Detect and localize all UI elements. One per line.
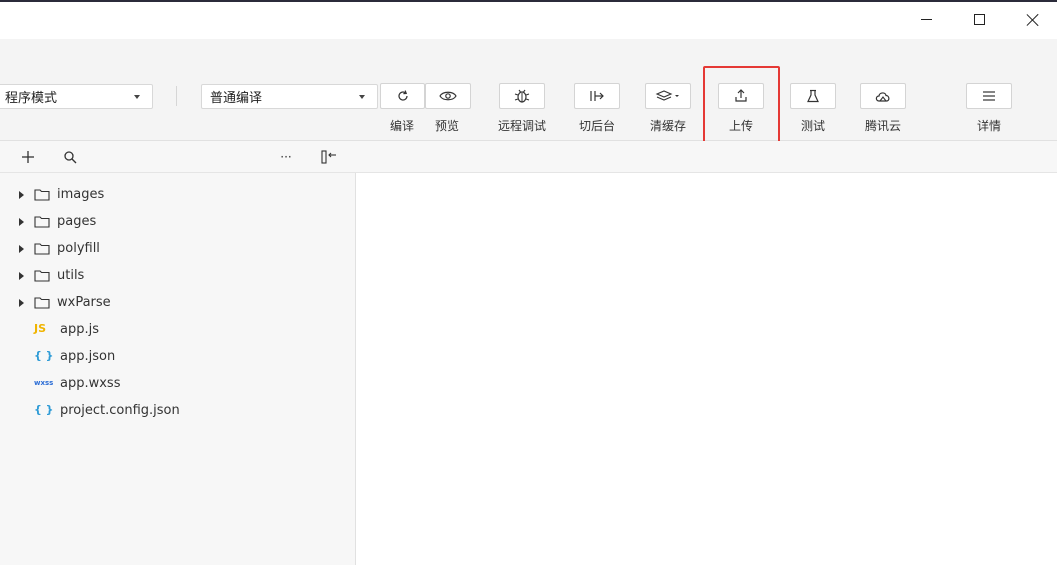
folder-item-polyfill[interactable]: polyfill <box>0 238 356 260</box>
file-item-app-wxss[interactable]: wxss app.wxss <box>0 373 356 395</box>
expand-arrow-icon[interactable] <box>19 218 24 226</box>
folder-icon <box>34 216 50 228</box>
menu-icon <box>983 91 995 101</box>
folder-name: utils <box>57 268 85 283</box>
folder-icon <box>34 270 50 282</box>
details-button[interactable] <box>966 83 1012 109</box>
maximize-icon <box>973 14 985 25</box>
file-explorer-panel: ··· images pages polyfill utils wxParse … <box>0 141 356 565</box>
compile-label: 编译 <box>389 119 414 133</box>
maximize-button[interactable] <box>956 2 1002 37</box>
expand-arrow-icon[interactable] <box>19 272 24 280</box>
toolbar: 程序模式 普通编译 编译 预览 远程调试 切后台 清缓存 上传 测试 腾讯云 详… <box>0 39 1057 141</box>
title-bar <box>0 2 1057 39</box>
close-button[interactable] <box>1010 2 1056 37</box>
cloud-icon <box>875 92 890 102</box>
expand-arrow-icon[interactable] <box>19 191 24 199</box>
upload-highlight-box <box>703 66 780 145</box>
compile-select-value: 普通编译 <box>210 91 263 106</box>
bug-icon <box>514 89 530 103</box>
switch-background-label: 切后台 <box>578 119 615 133</box>
file-item-app-js[interactable]: JS app.js <box>0 319 356 341</box>
close-icon <box>1026 13 1040 27</box>
tencent-cloud-label: 腾讯云 <box>864 119 901 133</box>
preview-label: 预览 <box>434 119 459 133</box>
compile-button[interactable] <box>380 83 425 109</box>
file-item-app-json[interactable]: { } app.json <box>0 346 356 368</box>
minimize-button[interactable] <box>903 2 949 37</box>
compile-mode-select[interactable]: 普通编译 <box>201 84 378 109</box>
expand-arrow-icon[interactable] <box>19 299 24 307</box>
folder-icon <box>34 189 50 201</box>
switch-background-button[interactable] <box>574 83 620 109</box>
expand-arrow-icon[interactable] <box>19 245 24 253</box>
eye-icon <box>439 91 457 101</box>
remote-debug-label: 远程调试 <box>497 119 546 133</box>
add-file-button[interactable] <box>20 149 36 165</box>
search-files-button[interactable] <box>62 149 78 165</box>
file-item-project-config-json[interactable]: { } project.config.json <box>0 400 356 422</box>
flask-icon <box>807 89 819 103</box>
clear-cache-label: 清缓存 <box>649 119 686 133</box>
folder-icon <box>34 243 50 255</box>
editor-tab-strip <box>356 141 1057 173</box>
more-button[interactable]: ··· <box>278 149 294 165</box>
folder-icon <box>34 297 50 309</box>
tencent-cloud-button[interactable] <box>860 83 906 109</box>
remote-debug-button[interactable] <box>499 83 545 109</box>
json-file-icon: { } <box>34 403 54 416</box>
details-label: 详情 <box>976 119 1001 133</box>
folder-item-pages[interactable]: pages <box>0 211 356 233</box>
chevron-down-icon <box>134 95 140 99</box>
preview-button[interactable] <box>425 83 471 109</box>
chevron-down-icon <box>359 95 365 99</box>
file-name: project.config.json <box>60 403 180 418</box>
folder-name: polyfill <box>57 241 100 256</box>
folder-item-images[interactable]: images <box>0 184 356 206</box>
mode-select[interactable]: 程序模式 <box>0 84 153 109</box>
json-file-icon: { } <box>34 349 54 362</box>
minimize-icon <box>920 19 932 20</box>
collapse-panel-icon <box>321 150 336 164</box>
clear-cache-button[interactable] <box>645 83 691 109</box>
switch-background-icon <box>590 91 604 101</box>
folder-item-wxparse[interactable]: wxParse <box>0 292 356 314</box>
plus-icon <box>22 151 34 163</box>
folder-name: pages <box>57 214 97 229</box>
test-label: 测试 <box>800 119 825 133</box>
file-name: app.wxss <box>60 376 121 391</box>
layers-icon <box>655 90 679 101</box>
folder-name: images <box>57 187 105 202</box>
file-name: app.js <box>60 322 99 337</box>
toolbar-divider <box>176 86 177 106</box>
refresh-icon <box>397 90 408 101</box>
collapse-panel-button[interactable] <box>320 149 338 165</box>
js-file-icon: JS <box>34 322 47 335</box>
search-icon <box>64 151 77 164</box>
folder-item-utils[interactable]: utils <box>0 265 356 287</box>
wxss-file-icon: wxss <box>34 379 54 387</box>
explorer-header: ··· <box>0 141 356 173</box>
test-button[interactable] <box>790 83 836 109</box>
mode-select-value: 程序模式 <box>5 91 58 106</box>
folder-name: wxParse <box>57 295 111 310</box>
file-name: app.json <box>60 349 116 364</box>
